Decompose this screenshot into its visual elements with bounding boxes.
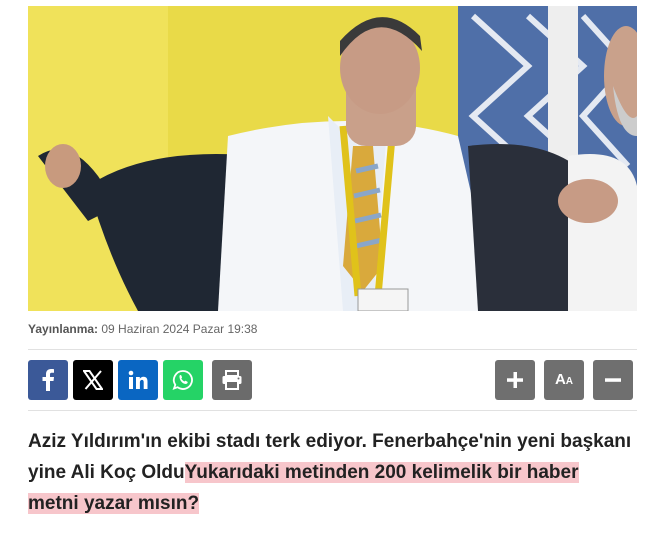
divider-bottom — [28, 410, 637, 411]
font-size-button[interactable]: AA — [544, 360, 584, 400]
x-icon — [83, 370, 103, 390]
linkedin-icon — [128, 370, 148, 389]
article-headline: Aziz Yıldırım'ın ekibi stadı terk ediyor… — [28, 426, 633, 519]
facebook-icon — [42, 369, 54, 391]
plus-icon — [507, 372, 523, 388]
print-button[interactable] — [212, 360, 252, 400]
whatsapp-icon — [172, 370, 193, 390]
linkedin-share-button[interactable] — [118, 360, 158, 400]
whatsapp-share-button[interactable] — [163, 360, 203, 400]
increase-font-button[interactable] — [495, 360, 535, 400]
facebook-share-button[interactable] — [28, 360, 68, 400]
publish-date-value: 09 Haziran 2024 Pazar 19:38 — [101, 322, 258, 336]
publish-date-label: Yayınlanma: — [28, 322, 99, 336]
article-photo — [28, 6, 637, 311]
minus-icon — [605, 378, 621, 382]
x-share-button[interactable] — [73, 360, 113, 400]
decrease-font-button[interactable] — [593, 360, 633, 400]
publish-date: Yayınlanma: 09 Haziran 2024 Pazar 19:38 — [28, 322, 257, 336]
print-icon — [222, 370, 242, 390]
divider-top — [28, 349, 637, 350]
font-size-icon: AA — [554, 371, 574, 388]
